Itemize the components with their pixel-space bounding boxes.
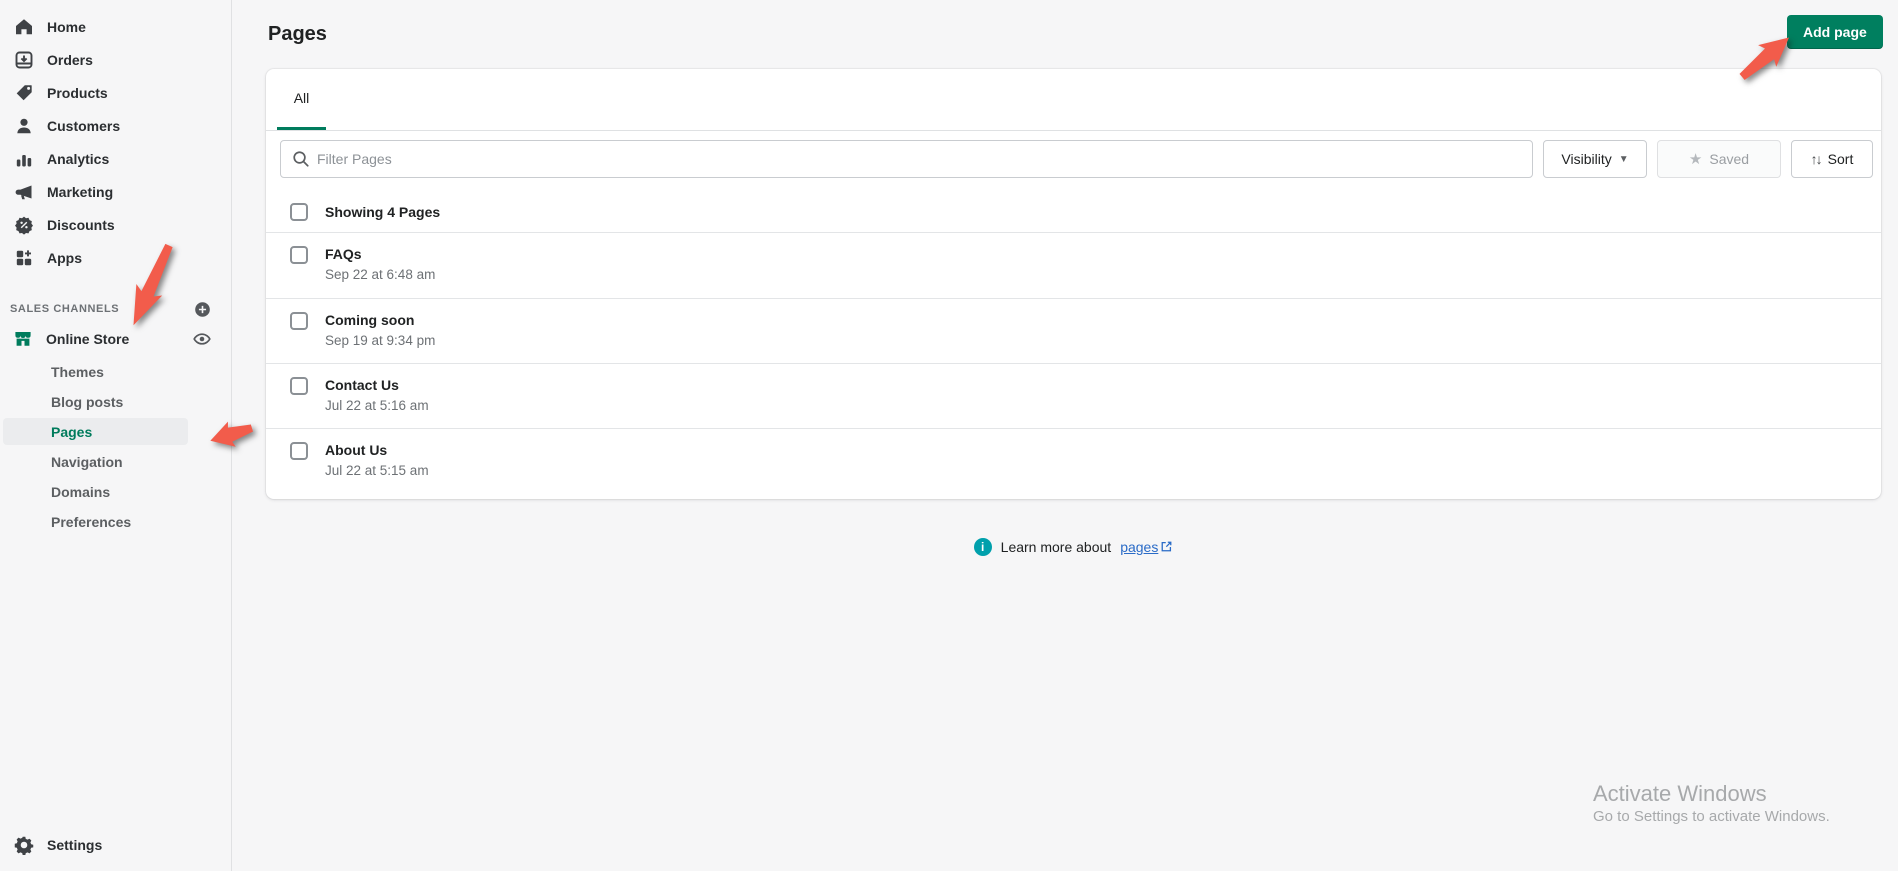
sidebar-item-label: Analytics xyxy=(47,150,110,167)
apps-icon xyxy=(14,248,34,268)
tab-bar: All xyxy=(266,69,1881,131)
preview-eye-icon[interactable] xyxy=(192,329,212,349)
row-text: Contact Us Jul 22 at 5:16 am xyxy=(325,376,429,413)
sidebar-item-preferences[interactable]: Preferences xyxy=(3,508,188,535)
row-date: Jul 22 at 5:15 am xyxy=(325,463,429,478)
sales-channels-heading: SALES CHANNELS xyxy=(10,303,120,315)
table-row-faqs[interactable]: FAQs Sep 22 at 6:48 am xyxy=(266,233,1881,298)
table-row-about-us[interactable]: About Us Jul 22 at 5:15 am xyxy=(266,428,1881,493)
row-checkbox[interactable] xyxy=(290,312,308,330)
chevron-down-icon: ▼ xyxy=(1618,153,1629,165)
watermark-line2: Go to Settings to activate Windows. xyxy=(1593,808,1830,825)
list-header: Showing 4 Pages xyxy=(266,191,1881,233)
sidebar-item-themes[interactable]: Themes xyxy=(3,358,188,385)
sort-arrows-icon: ↑↓ xyxy=(1810,151,1823,167)
filter-pages-input[interactable] xyxy=(280,140,1533,178)
saved-label: Saved xyxy=(1709,151,1750,167)
sub-item-label: Blog posts xyxy=(51,393,124,410)
sidebar-item-pages[interactable]: Pages xyxy=(3,418,188,445)
sub-item-label: Themes xyxy=(51,363,104,380)
sidebar-item-label: Customers xyxy=(47,117,121,134)
search-icon xyxy=(291,149,310,168)
visibility-label: Visibility xyxy=(1561,151,1612,167)
learn-more-text: Learn more about xyxy=(1000,539,1112,555)
row-title[interactable]: Contact Us xyxy=(325,376,429,395)
analytics-icon xyxy=(14,149,34,169)
sidebar: Home Orders Products Customers Analytics xyxy=(0,0,232,871)
row-title[interactable]: About Us xyxy=(325,441,429,460)
sidebar-item-label: Discounts xyxy=(47,216,115,233)
select-all-checkbox[interactable] xyxy=(290,202,308,221)
sidebar-item-navigation[interactable]: Navigation xyxy=(3,448,188,475)
star-icon: ★ xyxy=(1688,151,1703,168)
marketing-icon xyxy=(14,182,34,202)
sort-button[interactable]: ↑↓ Sort xyxy=(1791,140,1873,178)
add-channel-icon[interactable] xyxy=(194,301,211,318)
sidebar-item-home[interactable]: Home xyxy=(0,10,231,43)
products-icon xyxy=(14,83,34,103)
pages-card: All Visibility ▼ ★ Saved ↑↓ Sort Showing… xyxy=(266,69,1881,499)
home-icon xyxy=(14,17,34,37)
customers-icon xyxy=(14,116,34,136)
row-text: About Us Jul 22 at 5:15 am xyxy=(325,441,429,478)
pages-link-label: pages xyxy=(1120,539,1159,555)
row-text: Coming soon Sep 19 at 9:34 pm xyxy=(325,311,435,348)
row-title[interactable]: Coming soon xyxy=(325,311,435,330)
sub-item-label: Domains xyxy=(51,483,111,500)
discounts-icon xyxy=(14,215,34,235)
external-link-icon xyxy=(1161,541,1172,552)
sidebar-item-label: Home xyxy=(47,18,86,35)
sidebar-item-label: Apps xyxy=(47,249,82,266)
row-date: Sep 22 at 6:48 am xyxy=(325,267,436,282)
sidebar-item-online-store[interactable]: Online Store xyxy=(0,322,231,355)
table-row-coming-soon[interactable]: Coming soon Sep 19 at 9:34 pm xyxy=(266,298,1881,363)
watermark-line1: Activate Windows xyxy=(1593,781,1767,806)
sidebar-item-marketing[interactable]: Marketing xyxy=(0,175,231,208)
saved-filter-button[interactable]: ★ Saved xyxy=(1657,140,1781,178)
sidebar-item-blog-posts[interactable]: Blog posts xyxy=(3,388,188,415)
row-checkbox[interactable] xyxy=(290,442,308,460)
online-store-icon xyxy=(13,329,33,349)
visibility-filter-button[interactable]: Visibility ▼ xyxy=(1543,140,1647,178)
orders-icon xyxy=(14,50,34,70)
filter-row: Visibility ▼ ★ Saved ↑↓ Sort xyxy=(266,140,1881,178)
sub-item-label: Navigation xyxy=(51,453,123,470)
gear-icon xyxy=(14,835,34,855)
sidebar-item-products[interactable]: Products xyxy=(0,76,231,109)
sidebar-item-apps[interactable]: Apps xyxy=(0,241,231,274)
page-title: Pages xyxy=(268,23,327,45)
add-page-button[interactable]: Add page xyxy=(1787,15,1883,49)
row-text: FAQs Sep 22 at 6:48 am xyxy=(325,245,435,282)
sort-label: Sort xyxy=(1827,151,1854,167)
row-checkbox[interactable] xyxy=(290,246,308,264)
row-date: Jul 22 at 5:16 am xyxy=(325,398,429,413)
sidebar-item-discounts[interactable]: Discounts xyxy=(0,208,231,241)
sub-item-label: Pages xyxy=(51,423,93,440)
settings-label: Settings xyxy=(47,837,103,853)
info-icon: i xyxy=(973,538,992,556)
row-checkbox[interactable] xyxy=(290,377,308,395)
search-box xyxy=(280,140,1533,178)
list-summary: Showing 4 Pages xyxy=(325,203,441,220)
sidebar-item-customers[interactable]: Customers xyxy=(0,109,231,142)
pages-help-link[interactable]: pages xyxy=(1120,539,1173,555)
sub-item-label: Preferences xyxy=(51,513,132,530)
sidebar-item-analytics[interactable]: Analytics xyxy=(0,142,231,175)
online-store-label: Online Store xyxy=(46,330,130,347)
sidebar-item-label: Products xyxy=(47,84,108,101)
activate-windows-watermark: Activate Windows Go to Settings to activ… xyxy=(1593,781,1830,827)
sidebar-item-domains[interactable]: Domains xyxy=(3,478,188,505)
learn-more-footer: i Learn more about pages xyxy=(266,538,1881,556)
sidebar-item-label: Orders xyxy=(47,51,93,68)
row-title[interactable]: FAQs xyxy=(325,245,435,264)
sidebar-item-orders[interactable]: Orders xyxy=(0,43,231,76)
table-row-contact-us[interactable]: Contact Us Jul 22 at 5:16 am xyxy=(266,363,1881,428)
tab-all[interactable]: All xyxy=(277,68,326,130)
row-date: Sep 19 at 9:34 pm xyxy=(325,333,436,348)
sidebar-item-settings[interactable]: Settings xyxy=(0,830,232,860)
sales-channels-header: SALES CHANNELS xyxy=(0,296,231,322)
sidebar-item-label: Marketing xyxy=(47,183,114,200)
